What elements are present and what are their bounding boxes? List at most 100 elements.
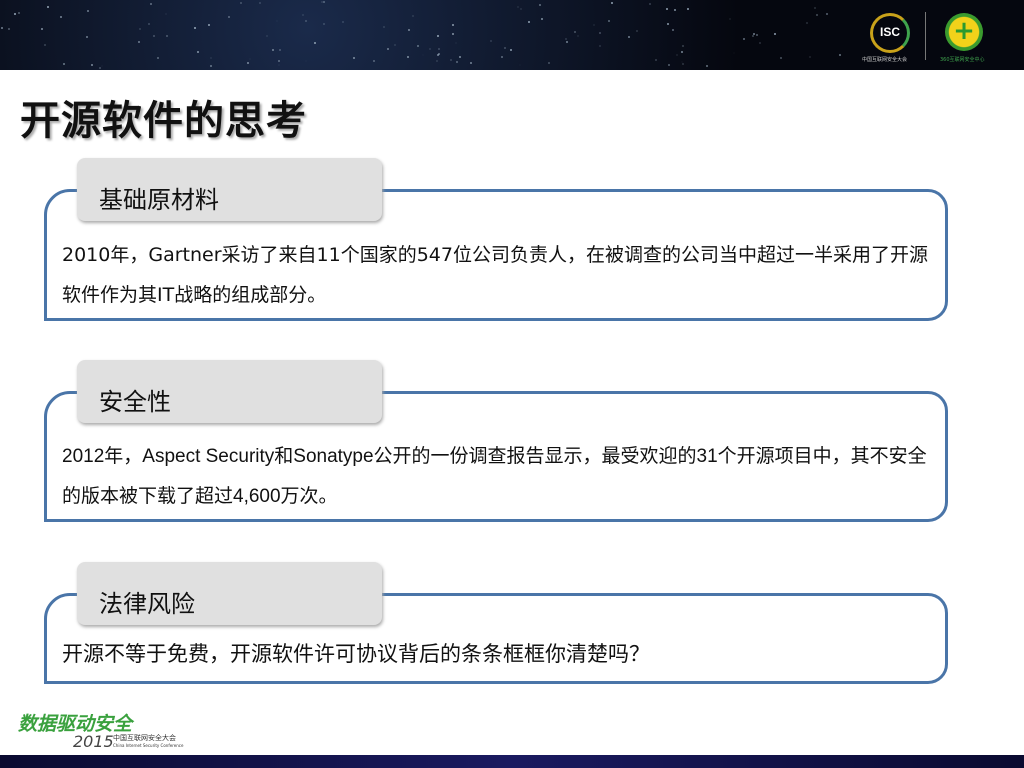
star-decoration (148, 23, 150, 25)
star-decoration (452, 24, 454, 26)
star-decoration (44, 44, 46, 46)
star-decoration (729, 18, 731, 20)
star-decoration (247, 62, 249, 64)
star-decoration (455, 42, 457, 44)
star-decoration (197, 51, 199, 53)
footer-conference: 中国互联网安全大会 China Internet Security Confer… (113, 734, 183, 750)
star-decoration (438, 53, 440, 55)
star-decoration (539, 4, 541, 6)
star-decoration (599, 32, 601, 34)
star-decoration (138, 41, 140, 43)
star-decoration (157, 57, 159, 59)
isc-caption: 中国互联网安全大会 (862, 56, 907, 63)
star-decoration (208, 24, 210, 26)
star-decoration (302, 14, 304, 16)
star-decoration (87, 10, 89, 12)
star-decoration (733, 52, 735, 54)
star-decoration (628, 36, 630, 38)
page-title: 开源软件的思考 (20, 88, 307, 146)
star-decoration (407, 56, 409, 58)
star-decoration (342, 21, 344, 23)
star-decoration (450, 59, 452, 61)
star-decoration (577, 35, 579, 37)
star-decoration (517, 6, 519, 8)
star-decoration (353, 57, 355, 59)
star-decoration (519, 64, 521, 66)
star-decoration (593, 24, 595, 26)
360-logo-icon: + (945, 13, 983, 51)
star-decoration (194, 27, 196, 29)
star-decoration (459, 56, 461, 58)
star-decoration (668, 64, 670, 66)
star-decoration (305, 20, 307, 22)
star-decoration (41, 28, 43, 30)
star-decoration (470, 62, 472, 64)
star-decoration (608, 20, 610, 22)
star-decoration (18, 12, 20, 14)
star-decoration (101, 65, 103, 67)
header-banner: ISC 中国互联网安全大会 + 360互联网安全中心 (0, 0, 1024, 70)
star-decoration (611, 2, 613, 4)
star-decoration (566, 41, 568, 43)
footer-banner (0, 755, 1024, 768)
star-decoration (682, 45, 684, 47)
star-decoration (504, 47, 506, 49)
star-decoration (674, 9, 676, 11)
star-decoration (649, 3, 651, 5)
star-decoration (681, 61, 683, 63)
star-decoration (387, 48, 389, 50)
star-decoration (412, 15, 414, 17)
star-decoration (636, 30, 638, 32)
star-decoration (565, 38, 567, 40)
star-decoration (408, 29, 410, 31)
star-decoration (666, 8, 668, 10)
star-decoration (60, 16, 62, 18)
star-decoration (759, 42, 761, 44)
star-decoration (8, 28, 10, 30)
section-heading-3: 法律风险 (77, 562, 382, 625)
star-decoration (266, 35, 268, 37)
star-decoration (438, 48, 440, 50)
star-decoration (672, 29, 674, 31)
star-decoration (422, 54, 424, 56)
star-decoration (501, 56, 503, 58)
star-decoration (774, 33, 776, 35)
star-decoration (383, 26, 385, 28)
star-decoration (63, 63, 65, 65)
star-decoration (272, 49, 274, 51)
star-decoration (541, 18, 543, 20)
star-decoration (452, 33, 454, 35)
star-decoration (323, 23, 325, 25)
star-decoration (99, 67, 101, 69)
star-decoration (756, 34, 758, 36)
star-decoration (228, 16, 230, 18)
star-decoration (278, 64, 280, 66)
star-decoration (436, 60, 438, 62)
footer-year: 2015 (73, 732, 114, 751)
star-decoration (14, 13, 16, 15)
star-decoration (687, 8, 689, 10)
star-decoration (780, 57, 782, 59)
star-decoration (816, 14, 818, 16)
star-decoration (1, 27, 3, 29)
logo-divider (925, 12, 926, 60)
section-body-1: 2010年，Gartner采访了来自11个国家的547位公司负责人，在被调查的公… (62, 235, 942, 315)
star-decoration (676, 54, 678, 56)
star-decoration (276, 20, 278, 22)
star-decoration (279, 49, 281, 51)
star-decoration (150, 3, 152, 5)
star-decoration (249, 58, 251, 60)
star-decoration (528, 21, 530, 23)
star-decoration (139, 28, 141, 30)
star-decoration (456, 61, 458, 63)
star-decoration (809, 56, 811, 58)
star-decoration (706, 65, 708, 67)
star-decoration (599, 45, 601, 47)
star-decoration (574, 31, 576, 33)
star-decoration (826, 13, 828, 15)
star-decoration (153, 35, 155, 37)
star-decoration (667, 23, 669, 25)
star-decoration (165, 13, 167, 15)
star-decoration (814, 7, 816, 9)
star-decoration (520, 8, 522, 10)
